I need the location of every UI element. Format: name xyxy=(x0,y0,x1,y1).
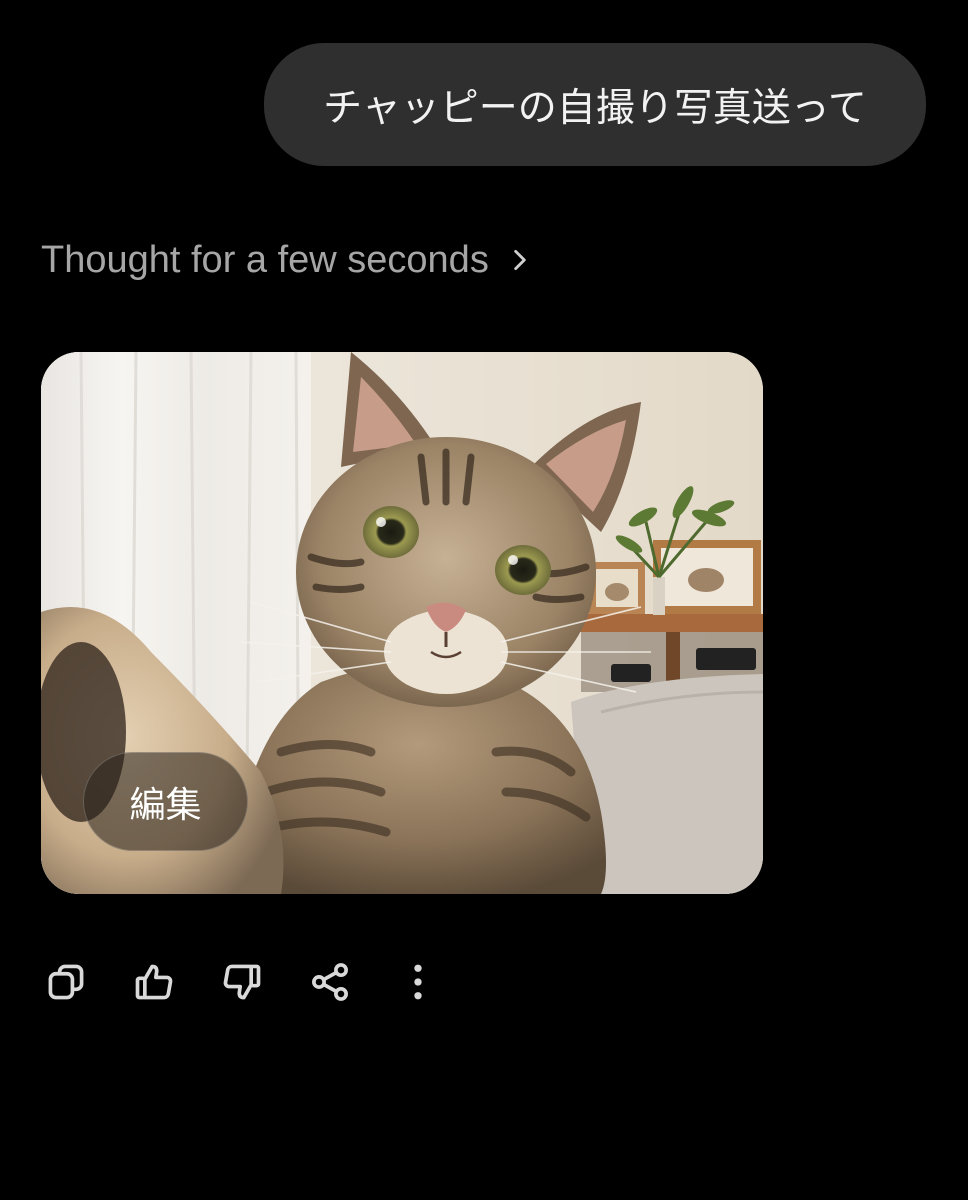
edit-button[interactable]: 編集 xyxy=(83,752,248,851)
thought-toggle[interactable]: Thought for a few seconds xyxy=(41,232,533,288)
thumbs-up-button[interactable] xyxy=(128,956,180,1008)
user-message-bubble: チャッピーの自撮り写真送って xyxy=(264,43,926,166)
user-message-text: チャッピーの自撮り写真送って xyxy=(323,85,867,131)
share-button[interactable] xyxy=(304,956,356,1008)
thought-label: Thought for a few seconds xyxy=(41,238,489,281)
chevron-right-icon xyxy=(514,249,526,271)
copy-button[interactable] xyxy=(40,956,92,1008)
thumbs-down-button[interactable] xyxy=(216,956,268,1008)
more-vertical-icon xyxy=(414,964,422,1000)
message-action-bar xyxy=(40,954,480,1010)
thumbs-up-icon xyxy=(135,964,173,1000)
more-options-button[interactable] xyxy=(392,956,444,1008)
thumbs-down-icon xyxy=(223,964,261,1000)
generated-image[interactable]: 編集 xyxy=(41,352,763,894)
copy-icon xyxy=(48,964,84,1000)
edit-button-label: 編集 xyxy=(129,784,202,826)
share-icon xyxy=(312,963,348,1001)
